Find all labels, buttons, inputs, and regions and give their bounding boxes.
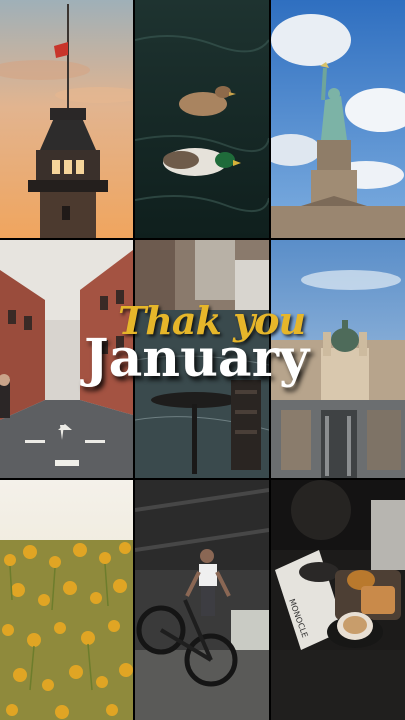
yellow-flower-field-photo — [0, 480, 133, 720]
coffee-magazine-photo: MONOCLE — [271, 480, 405, 720]
photo-collage-grid: MONOCLE — [0, 0, 405, 720]
ducks-on-water-photo — [135, 0, 269, 238]
statue-of-liberty-photo — [271, 0, 405, 238]
bmx-rider-photo — [135, 480, 269, 720]
tower-sunset-photo — [0, 0, 133, 238]
city-skyline-basilica-photo — [271, 240, 405, 478]
wet-cafe-table-photo — [135, 240, 269, 478]
city-street-photo — [0, 240, 133, 478]
